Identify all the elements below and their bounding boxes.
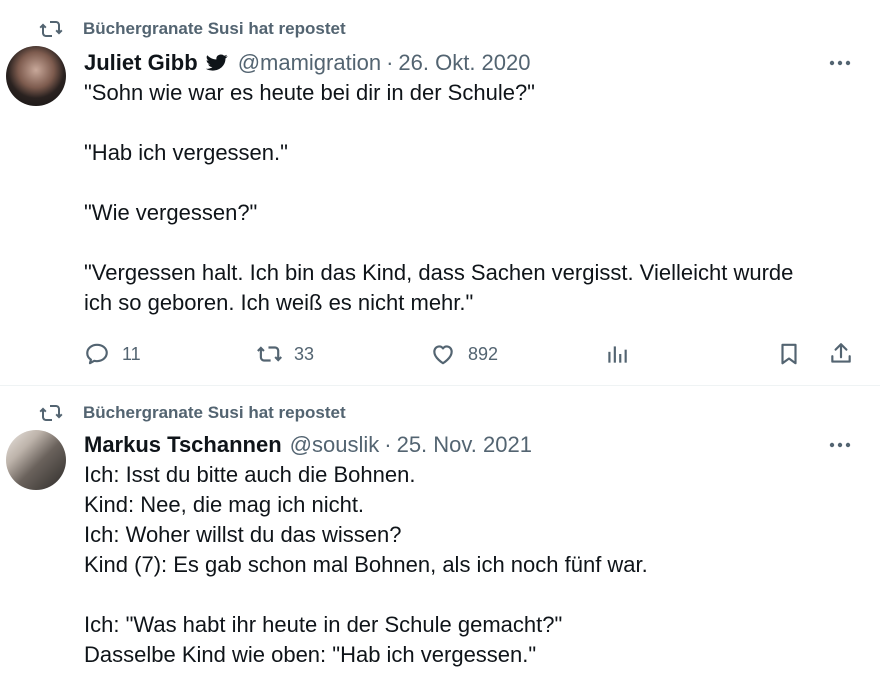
like-icon <box>433 345 453 365</box>
tweet-line: Ich: "Was habt ihr heute in der Schule g… <box>84 612 563 637</box>
action-bar: 11 33 892 <box>84 336 854 372</box>
tweet-text: "Sohn wie war es heute bei dir in der Sc… <box>84 78 856 318</box>
reply-icon <box>86 343 108 365</box>
tweet-line: "Vergessen halt. Ich bin das Kind, dass … <box>84 260 794 285</box>
avatar[interactable] <box>6 46 66 106</box>
reply-count: 11 <box>122 343 141 364</box>
repost-icon <box>257 346 282 362</box>
author-name[interactable]: Juliet Gibb <box>84 50 198 76</box>
timeline-feed: Büchergranate Susi hat repostet Juliet G… <box>0 0 880 692</box>
repost-indicator: Büchergranate Susi hat repostet <box>38 402 346 424</box>
repost-icon <box>38 18 68 40</box>
like-count: 892 <box>468 343 499 364</box>
tweet-date[interactable]: 26. Okt. 2020 <box>398 50 530 76</box>
repost-icon <box>38 402 68 424</box>
more-icon <box>829 442 851 448</box>
tweet-line: Dasselbe Kind wie oben: "Hab ich vergess… <box>84 642 537 667</box>
repost-label[interactable]: Büchergranate Susi hat repostet <box>83 19 346 39</box>
author-name[interactable]: Markus Tschannen <box>84 432 282 458</box>
tweet-line: "Sohn wie war es heute bei dir in der Sc… <box>84 80 535 105</box>
verified-icon <box>205 53 228 73</box>
avatar[interactable] <box>6 430 66 490</box>
share-icon <box>831 343 851 363</box>
more-icon <box>829 60 851 66</box>
tweet-line: Ich: Woher willst du das wissen? <box>84 522 402 547</box>
author-handle[interactable]: @souslik <box>290 432 380 458</box>
bookmark-icon <box>781 343 797 365</box>
tweet-text: Ich: Isst du bitte auch die Bohnen. Kind… <box>84 460 856 670</box>
tweet-line: Kind (7): Es gab schon mal Bohnen, als i… <box>84 552 648 577</box>
more-button[interactable] <box>826 48 854 78</box>
tweet-line: ich so geboren. Ich weiß es nicht mehr." <box>84 290 474 315</box>
tweet-line: Kind: Nee, die mag ich nicht. <box>84 492 365 517</box>
tweet-date[interactable]: 25. Nov. 2021 <box>397 432 532 458</box>
repost-indicator: Büchergranate Susi hat repostet <box>38 18 346 40</box>
reply-button[interactable]: 11 <box>84 341 141 367</box>
tweet-line <box>84 580 856 610</box>
tweet-line: "Hab ich vergessen." <box>84 140 288 165</box>
tweet-header: Juliet Gibb @mamigration · 26. Okt. 2020 <box>84 48 856 78</box>
tweet-line: Ich: Isst du bitte auch die Bohnen. <box>84 462 416 487</box>
share-button[interactable] <box>828 341 854 367</box>
tweet-line <box>84 168 856 198</box>
tweet-line: "Wie vergessen?" <box>84 200 258 225</box>
tweet-body: Markus Tschannen @souslik · 25. Nov. 202… <box>84 430 856 670</box>
tweet-line <box>84 108 856 138</box>
views-icon <box>608 346 627 363</box>
repost-label[interactable]: Büchergranate Susi hat repostet <box>83 403 346 423</box>
like-button[interactable]: 892 <box>430 341 498 367</box>
tweet-header: Markus Tschannen @souslik · 25. Nov. 202… <box>84 430 856 460</box>
more-button[interactable] <box>826 430 854 460</box>
tweet[interactable]: Büchergranate Susi hat repostet Markus T… <box>0 386 880 692</box>
tweet-body: Juliet Gibb @mamigration · 26. Okt. 2020… <box>84 48 856 318</box>
tweet[interactable]: Büchergranate Susi hat repostet Juliet G… <box>0 0 880 386</box>
views-button[interactable] <box>604 341 630 367</box>
repost-count: 33 <box>294 343 315 364</box>
tweet-line <box>84 228 856 258</box>
separator: · <box>384 432 392 457</box>
author-handle[interactable]: @mamigration <box>238 50 381 76</box>
repost-button[interactable]: 33 <box>256 341 314 367</box>
separator: · <box>386 50 394 75</box>
bookmark-button[interactable] <box>776 341 802 367</box>
